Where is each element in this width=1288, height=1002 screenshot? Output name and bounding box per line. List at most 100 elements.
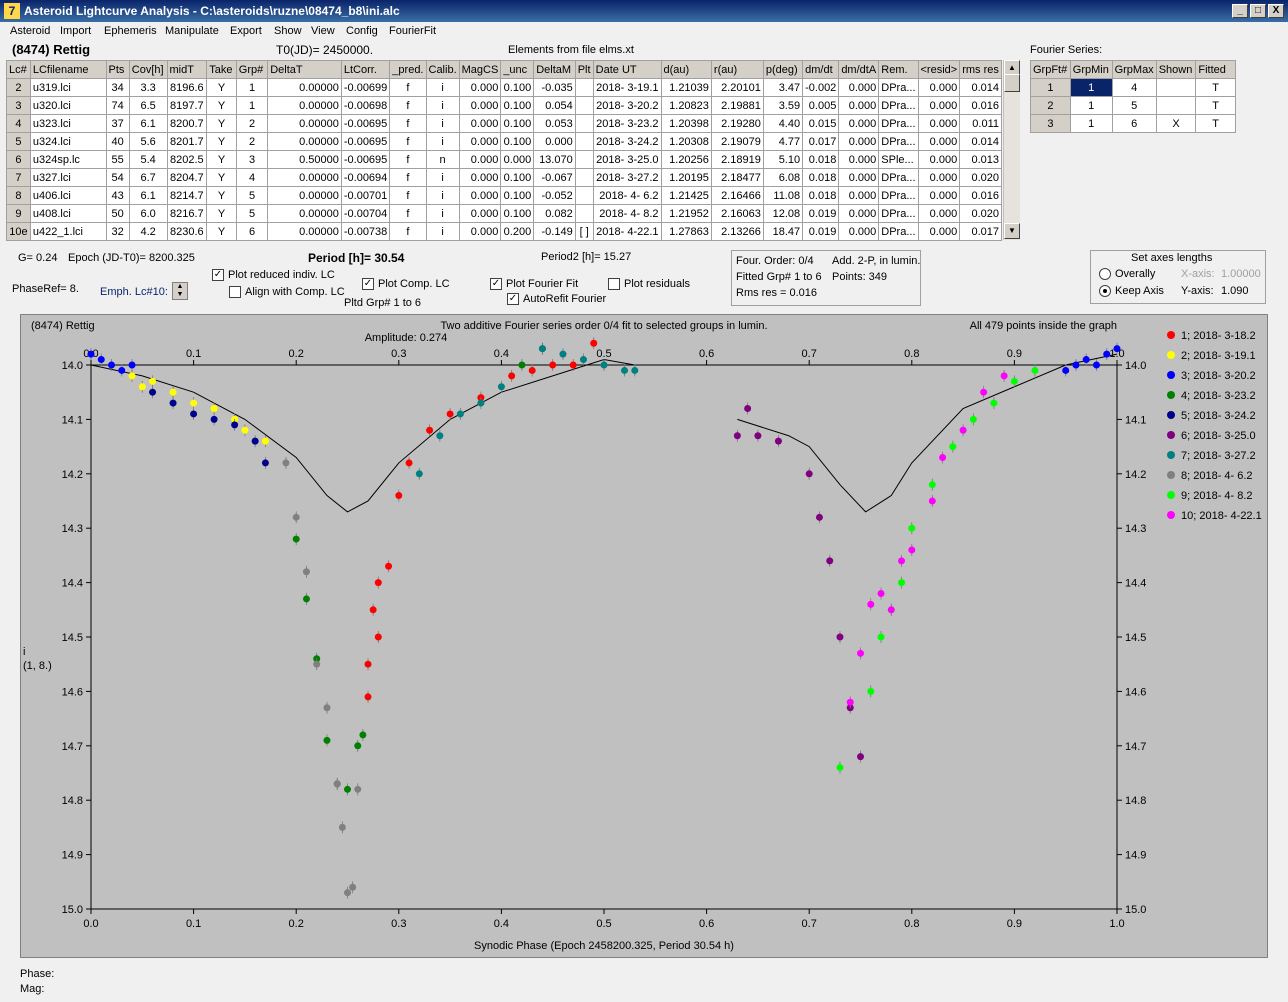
table-cell[interactable]: u320.lci: [29, 96, 107, 115]
table-cell[interactable]: DPra...: [878, 78, 919, 97]
table-cell[interactable]: 0.000: [458, 132, 502, 151]
keep-axis-radio[interactable]: Keep Axis: [1099, 285, 1164, 298]
table-cell[interactable]: DPra...: [878, 186, 919, 205]
column-header[interactable]: Date UT: [592, 60, 662, 79]
table-cell[interactable]: 6.7: [128, 168, 168, 187]
align-comp-checkbox[interactable]: Align with Comp. LC: [229, 286, 345, 299]
table-cell[interactable]: -0.00695: [340, 114, 391, 133]
table-cell[interactable]: 2018- 3-23.2: [592, 114, 662, 133]
column-header[interactable]: Rem.: [878, 60, 919, 79]
plot-fourier-checkbox[interactable]: ✓ Plot Fourier Fit: [490, 278, 578, 291]
table-cell[interactable]: u406.lci: [29, 186, 107, 205]
table-row[interactable]: 9 u408.lci 50 6.0 8216.7 Y 5 0.00000 -0.00704 f i 0…: [6, 204, 1002, 223]
table-cell[interactable]: n: [425, 150, 460, 169]
table-cell[interactable]: 37: [105, 114, 130, 133]
menu-fourierfit[interactable]: FourierFit: [389, 25, 436, 37]
table-cell[interactable]: 5: [235, 186, 269, 205]
table-cell[interactable]: i: [425, 222, 460, 241]
table-cell[interactable]: Y: [206, 78, 237, 97]
table-cell[interactable]: 0.018: [802, 168, 840, 187]
table-cell[interactable]: 1.20256: [660, 150, 712, 169]
table-cell[interactable]: f: [389, 114, 427, 133]
y-axis-value[interactable]: 1.090: [1221, 285, 1249, 297]
fourier-column-header[interactable]: GrpMin: [1069, 60, 1113, 79]
table-row[interactable]: 8 u406.lci 43 6.1 8214.7 Y 5 0.00000 -0.00701 f i 0…: [6, 186, 1002, 205]
table-cell[interactable]: 18.47: [762, 222, 804, 241]
table-cell[interactable]: 40: [105, 132, 130, 151]
table-cell[interactable]: 2018- 4-22.1: [592, 222, 662, 241]
table-row[interactable]: 5 u324.lci 40 5.6 8201.7 Y 2 0.00000 -0.00695 f i 0…: [6, 132, 1002, 151]
table-cell[interactable]: f: [389, 96, 427, 115]
column-header[interactable]: Lc#: [6, 60, 31, 79]
table-cell[interactable]: 3.47: [762, 78, 804, 97]
table-cell[interactable]: 6.1: [128, 186, 168, 205]
column-header[interactable]: DeltaM: [533, 60, 576, 79]
table-cell[interactable]: 8: [6, 186, 31, 205]
table-cell[interactable]: 54: [105, 168, 130, 187]
table-cell[interactable]: f: [389, 132, 427, 151]
table-cell[interactable]: 1.21039: [660, 78, 712, 97]
table-cell[interactable]: f: [389, 186, 427, 205]
scroll-thumb[interactable]: [1004, 74, 1020, 92]
table-cell[interactable]: 8216.7: [166, 204, 208, 223]
fourier-column-header[interactable]: Fitted: [1195, 60, 1236, 79]
column-header[interactable]: <resid>: [917, 60, 961, 79]
table-cell[interactable]: 0.017: [802, 132, 840, 151]
table-cell[interactable]: DPra...: [878, 222, 919, 241]
table-cell[interactable]: 0.000: [838, 222, 880, 241]
table-cell[interactable]: 0.011: [959, 114, 1002, 133]
table-cell[interactable]: 34: [105, 78, 130, 97]
table-cell[interactable]: 0.000: [917, 96, 961, 115]
column-header[interactable]: dm/dt: [802, 60, 840, 79]
table-cell[interactable]: 1.27863: [660, 222, 712, 241]
table-cell[interactable]: 0.00000: [267, 186, 342, 205]
column-header[interactable]: Cov[h]: [128, 60, 168, 79]
table-cell[interactable]: 0.00000: [267, 204, 342, 223]
column-header[interactable]: d(au): [660, 60, 712, 79]
table-cell[interactable]: Y: [206, 186, 237, 205]
table-cell[interactable]: 0.00000: [267, 168, 342, 187]
table-cell[interactable]: [574, 114, 594, 133]
table-cell[interactable]: 0.000: [458, 186, 502, 205]
fourier-cell[interactable]: [1155, 96, 1197, 115]
table-cell[interactable]: 2018- 3-24.2: [592, 132, 662, 151]
table-cell[interactable]: 8200.7: [166, 114, 208, 133]
table-cell[interactable]: -0.00695: [340, 150, 391, 169]
table-cell[interactable]: -0.002: [802, 78, 840, 97]
table-cell[interactable]: 0.000: [838, 78, 880, 97]
table-cell[interactable]: 4: [235, 168, 269, 187]
table-cell[interactable]: 0.016: [959, 96, 1002, 115]
table-cell[interactable]: 1: [235, 78, 269, 97]
column-header[interactable]: Calib.: [425, 60, 460, 79]
table-cell[interactable]: 0.019: [802, 222, 840, 241]
table-cell[interactable]: 0.000: [917, 204, 961, 223]
table-cell[interactable]: Y: [206, 132, 237, 151]
table-cell[interactable]: 0.00000: [267, 114, 342, 133]
table-cell[interactable]: 0.000: [838, 186, 880, 205]
fourier-cell[interactable]: 1: [1069, 96, 1113, 115]
table-cell[interactable]: i: [425, 96, 460, 115]
table-cell[interactable]: 0.000: [500, 150, 535, 169]
menu-import[interactable]: Import: [60, 25, 91, 37]
table-cell[interactable]: 0.000: [458, 150, 502, 169]
table-cell[interactable]: 2018- 3-20.2: [592, 96, 662, 115]
table-cell[interactable]: u422_1.lci: [29, 222, 107, 241]
fourier-row[interactable]: 215 T: [1030, 96, 1236, 115]
fourier-cell[interactable]: [1155, 78, 1197, 97]
table-cell[interactable]: 11.08: [762, 186, 804, 205]
table-cell[interactable]: 32: [105, 222, 130, 241]
maximize-button[interactable]: □: [1250, 4, 1266, 18]
table-cell[interactable]: 6.1: [128, 114, 168, 133]
table-cell[interactable]: 1.20398: [660, 114, 712, 133]
table-cell[interactable]: [574, 78, 594, 97]
fourier-row[interactable]: 114T: [1030, 78, 1236, 97]
table-cell[interactable]: 6.5: [128, 96, 168, 115]
fourier-column-header[interactable]: GrpFt#: [1030, 60, 1071, 79]
table-cell[interactable]: 12.08: [762, 204, 804, 223]
table-cell[interactable]: 13.070: [533, 150, 576, 169]
table-cell[interactable]: -0.00738: [340, 222, 391, 241]
table-cell[interactable]: 43: [105, 186, 130, 205]
table-cell[interactable]: 1.20195: [660, 168, 712, 187]
table-cell[interactable]: 6.08: [762, 168, 804, 187]
table-cell[interactable]: -0.00698: [340, 96, 391, 115]
